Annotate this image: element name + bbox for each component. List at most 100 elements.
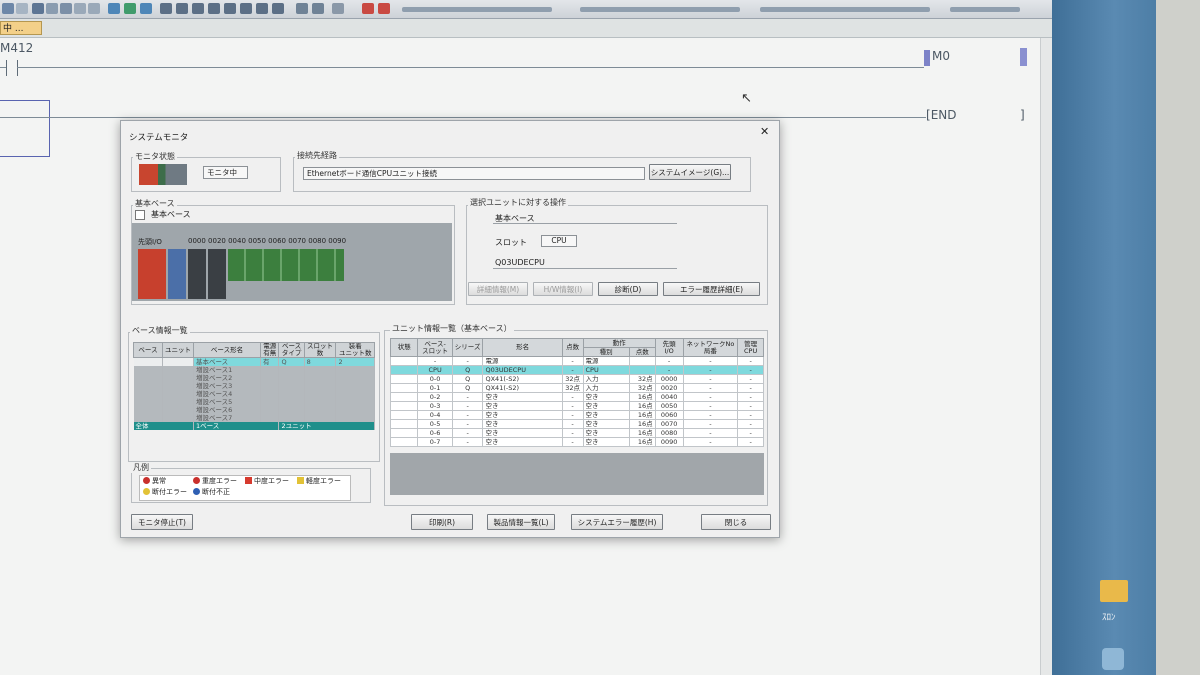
system-image-button[interactable]: システムイメージ(G)... [649,164,731,180]
legend-item: 異常 [143,477,166,486]
redo-icon[interactable] [88,3,100,14]
table-row[interactable]: 0-5- 空き - 空き 16点 0070- - [389,419,764,429]
table-row[interactable]: 0-3- 空き - 空き 16点 0050- - [389,401,764,411]
table-row[interactable]: 0-1 Q QX41(-S2) 32点 入力 32点 0020- - [389,383,764,393]
table-cell: - [737,356,764,366]
toolbar-icon[interactable] [160,3,172,14]
power-supply-unit[interactable] [138,249,166,299]
table-cell: - [737,410,764,420]
column-header: 装着 ユニット数 [335,342,375,358]
table-row[interactable]: 増設ベース6 [133,406,375,414]
toolbar-icon[interactable] [332,3,344,14]
table-row[interactable]: 基本ベース有 Q 8 2 [133,357,375,366]
paste-icon[interactable] [60,3,72,14]
toolbar-icons-group[interactable] [580,7,740,12]
empty-slots[interactable] [228,249,344,281]
product-info-list-button[interactable]: 製品情報一覧(L) [487,514,555,530]
table-row[interactable]: 0-4- 空き - 空き 16点 0060- - [389,410,764,420]
toolbar-icon[interactable] [362,3,374,14]
table-cell [162,374,194,382]
vertical-scrollbar[interactable] [1040,38,1052,675]
table-row[interactable]: 増設ベース1 [133,366,375,374]
table-cell [389,356,419,366]
toolbar-icon[interactable] [378,3,390,14]
system-error-history-button[interactable]: システムエラー履歴(H) [571,514,663,530]
table-row[interactable]: CPU Q Q03UDECPU - CPU - - - [389,365,764,375]
legend-item: 軽度エラー [297,477,341,486]
stop-monitor-button[interactable]: モニタ停止(T) [131,514,193,530]
legend-title: 凡例 [131,462,151,473]
table-row[interactable]: 0-7- 空き - 空き 16点 0090- - [389,437,764,447]
toolbar-icon[interactable] [124,3,136,14]
table-row[interactable]: 増設ベース4 [133,390,375,398]
toolbar-icon[interactable] [256,3,268,14]
table-total-row[interactable]: 全体 1ベース 2ユニット [133,422,375,430]
input-unit[interactable] [208,249,226,299]
table-cell: 空き [482,392,563,402]
table-cell: 空き [582,428,630,438]
table-cell: 増設ベース4 [193,390,261,398]
column-header: 点数 [628,347,656,357]
base-list-table: ベース ユニット ベース形名 電源 有無 ベース タイプ スロット数 装着 ユニット数… [133,342,375,430]
unit-list-body: - - 電源 - 電源 - - - CPU Q Q03UDECPU - CPU - - -0-0 Q QX41(-… [389,356,764,447]
table-cell [162,382,194,390]
undo-icon[interactable] [74,3,86,14]
close-icon[interactable]: ✕ [760,125,769,138]
toolbar-icon[interactable] [272,3,284,14]
detail-info-button[interactable]: 詳細情報(M) [468,282,528,296]
table-row[interactable]: 0-0 Q QX41(-S2) 32点 入力 32点 0000- - [389,374,764,384]
error-history-detail-button[interactable]: エラー履歴詳細(E) [663,282,760,296]
hw-info-button[interactable]: H/W情報(I) [533,282,593,296]
toolbar-icon[interactable] [296,3,308,14]
table-cell: 空き [582,419,630,429]
input-unit[interactable] [188,249,206,299]
toolbar-icon[interactable] [16,3,28,14]
table-cell [304,414,337,422]
column-header: シリーズ [451,338,484,357]
table-row[interactable]: 増設ベース3 [133,382,375,390]
toolbar-icon[interactable] [312,3,324,14]
base-checkbox[interactable] [135,210,145,220]
folder-label: ｽﾛﾝ [1102,613,1116,623]
table-row[interactable]: 増設ベース2 [133,374,375,382]
toolbar-icon[interactable] [108,3,120,14]
table-cell [133,374,163,382]
table-cell [133,366,163,374]
toolbar-icons-group[interactable] [402,7,552,12]
copy-icon[interactable] [46,3,58,14]
column-header: 状態 [389,338,419,357]
table-cell [335,414,375,422]
toolbar-icon[interactable] [140,3,152,14]
cpu-unit[interactable] [168,249,186,299]
table-cell: - [737,428,764,438]
moderate-error-icon [245,477,252,484]
folder-icon[interactable] [1100,580,1128,602]
toolbar-icon[interactable] [2,3,14,14]
toolbar-icon[interactable] [208,3,220,14]
table-cell [278,366,305,374]
table-row[interactable]: 増設ベース5 [133,398,375,406]
table-cell: - [737,392,764,402]
tab-program[interactable]: 中 ... [0,21,42,35]
print-button[interactable]: 印刷(R) [411,514,473,530]
toolbar-icon[interactable] [192,3,204,14]
toolbar-icon[interactable] [176,3,188,14]
close-button[interactable]: 閉じる [701,514,771,530]
table-row[interactable]: 0-6- 空き - 空き 16点 0080- - [389,428,764,438]
diagnose-button[interactable]: 診断(D) [598,282,658,296]
table-row[interactable]: 増設ベース7 [133,414,375,422]
toolbar-icons-group[interactable] [950,7,1020,12]
table-cell: - [451,419,484,429]
table-cell: - [561,365,584,375]
mouse-pointer-icon: ↖ [741,91,752,106]
toolbar-icon[interactable] [224,3,236,14]
table-cell: - [561,437,584,447]
toolbar-icon[interactable] [240,3,252,14]
toolbar-icons-group[interactable] [760,7,930,12]
table-row[interactable]: - - 電源 - 電源 - - - [389,356,764,366]
table-row[interactable]: 0-2- 空き - 空き 16点 0040- - [389,392,764,402]
table-cell [162,357,194,366]
recycle-bin-icon[interactable] [1102,648,1124,670]
info-icon [193,488,200,495]
cut-icon[interactable] [32,3,44,14]
